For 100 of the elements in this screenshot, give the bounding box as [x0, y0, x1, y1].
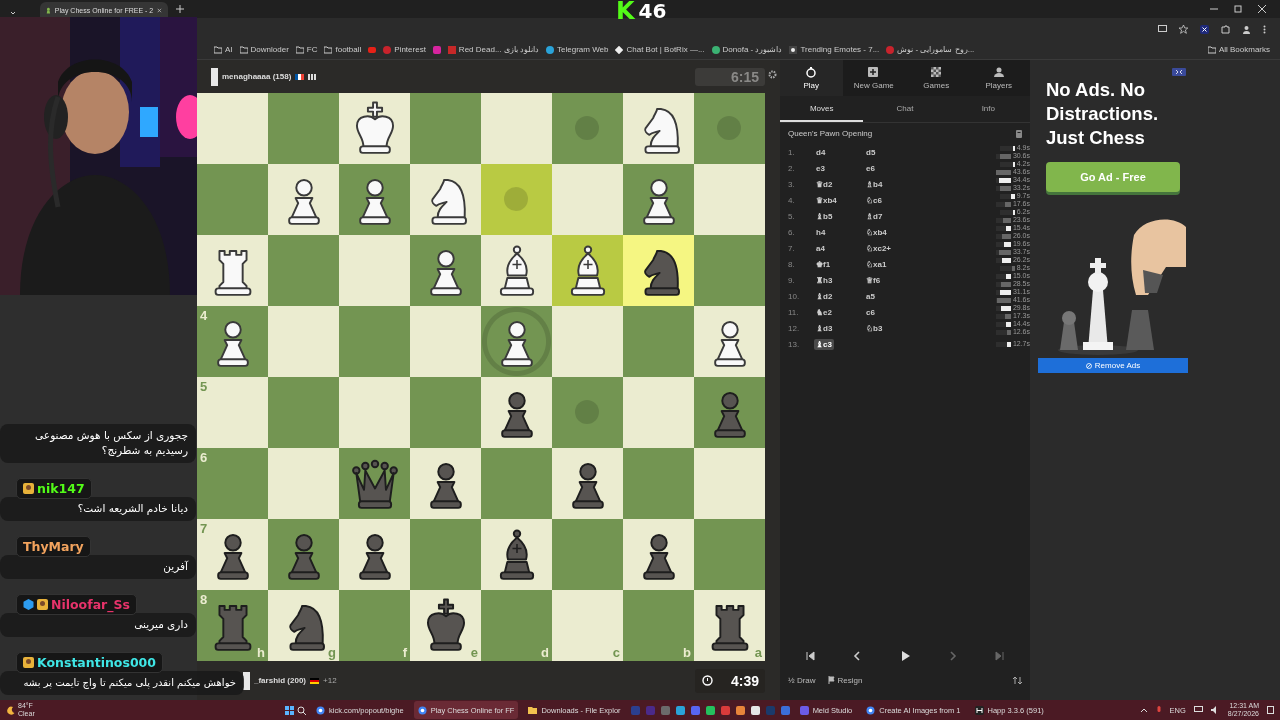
bookmark[interactable]: All Bookmarks	[1207, 45, 1280, 54]
nav-tab[interactable]: New Game	[842, 60, 905, 96]
windows-start-icon	[285, 705, 294, 715]
move-number: 4.	[788, 195, 796, 205]
move[interactable]: ♛xb4	[814, 194, 839, 206]
chat-username[interactable]: Konstantinos000	[16, 652, 163, 673]
board-square[interactable]	[410, 235, 481, 306]
plus-square-icon	[868, 66, 880, 78]
file-label: c	[612, 645, 620, 660]
move[interactable]: ♘xc2+	[864, 242, 894, 254]
bookmark[interactable]: FC	[295, 45, 318, 54]
resign-button[interactable]: Resign	[827, 675, 863, 685]
board-square[interactable]	[481, 377, 552, 448]
move[interactable]: ♝d3	[814, 322, 835, 334]
move[interactable]: ♝b5	[814, 210, 835, 222]
move-number: 10.	[788, 291, 801, 301]
bookmark[interactable]: football	[324, 45, 362, 54]
checkerboard-icon	[930, 66, 942, 78]
bookmark[interactable]: Telegram Web	[546, 45, 609, 54]
board-square[interactable]	[623, 164, 694, 235]
move[interactable]: ♘xa1	[864, 258, 889, 270]
move[interactable]: ♝d2	[814, 290, 835, 302]
chat-username[interactable]: ThyMary	[16, 536, 91, 557]
bookmark[interactable]: Trending Emotes - 7...	[789, 45, 880, 54]
panel-tab[interactable]: Chat	[863, 96, 947, 122]
bookmark[interactable]: روح سامورایی - نوش...	[886, 45, 975, 54]
stopwatch-icon	[805, 66, 817, 78]
panel-tab[interactable]: Moves	[780, 96, 864, 122]
avatar-badge-icon	[23, 483, 34, 494]
board-square[interactable]	[481, 235, 552, 306]
bookmark[interactable]: Chat Bot | BotRix —...	[615, 45, 705, 54]
move[interactable]: ♗d7	[864, 210, 885, 222]
flag-icon	[295, 73, 305, 80]
move[interactable]: c6	[864, 306, 877, 318]
move[interactable]: ♘c6	[864, 194, 884, 206]
chat-message: چجوری از سکس با هوش مصنوعی رسیدیم به شطرنج؟	[0, 424, 196, 463]
nav-tab[interactable]: Players	[967, 60, 1030, 96]
move[interactable]: e6	[864, 162, 877, 174]
flag-icon	[310, 677, 320, 684]
board-square[interactable]	[552, 235, 623, 306]
move[interactable]: d4	[814, 146, 828, 158]
chat-username[interactable]: Niloofar_Ss	[16, 594, 137, 615]
move[interactable]: ♘xb4	[864, 226, 889, 238]
bookmark[interactable]: Downloder	[239, 45, 289, 54]
globe-icon	[866, 705, 876, 715]
flip-icon	[1013, 675, 1022, 685]
cube-icon	[23, 599, 34, 610]
skip-forward-icon	[995, 651, 1006, 661]
move[interactable]: a5	[864, 290, 877, 302]
notification-icon	[1267, 706, 1274, 714]
board-square[interactable]	[623, 519, 694, 590]
board-square[interactable]	[694, 306, 765, 377]
move[interactable]: a4	[814, 242, 827, 254]
camera-icon[interactable]	[432, 45, 441, 54]
move[interactable]: ♝c3	[814, 338, 834, 350]
remove-ads-button[interactable]: Remove Ads	[1038, 358, 1188, 373]
board-square[interactable]	[197, 235, 268, 306]
draw-button[interactable]: ½ Draw	[788, 675, 816, 685]
nav-tab[interactable]: Play	[780, 60, 843, 96]
move[interactable]: ♜h3	[814, 274, 835, 286]
bookmark[interactable]: AI	[214, 45, 233, 54]
happ-icon	[974, 705, 984, 715]
move[interactable]: ♚f1	[814, 258, 833, 270]
board-square[interactable]	[339, 93, 410, 164]
board-square[interactable]	[552, 448, 623, 519]
player-name[interactable]: menaghaaaa (158)	[222, 72, 292, 81]
move[interactable]: ♕f6	[864, 274, 883, 286]
board-square[interactable]	[623, 93, 694, 164]
move[interactable]: e3	[814, 162, 827, 174]
ad-headline: No Ads. No Distractions. Just Chess	[1046, 78, 1160, 150]
bookmark[interactable]: Red Dead... دانلود بازی	[447, 45, 539, 54]
board-square[interactable]	[410, 448, 481, 519]
chevron-left-icon	[852, 651, 863, 661]
player-name[interactable]: _farshid (200)	[254, 676, 307, 685]
board-square[interactable]	[481, 519, 552, 590]
bookmark[interactable]: Donofa - داشبورد	[711, 45, 783, 54]
board-square[interactable]	[481, 306, 552, 377]
avatar	[211, 67, 218, 86]
board-square[interactable]	[623, 235, 694, 306]
move-hint-dot[interactable]	[504, 187, 528, 211]
rank-label: 8	[200, 592, 208, 607]
board-square[interactable]	[410, 164, 481, 235]
move[interactable]: ♛d2	[814, 178, 835, 190]
move-number: 13.	[788, 339, 801, 349]
panel-tab[interactable]: Info	[946, 96, 1030, 122]
move[interactable]: ♘b3	[864, 322, 885, 334]
play-icon[interactable]	[368, 45, 377, 54]
chat-username[interactable]: nik147	[16, 478, 92, 499]
rank-label: 7	[200, 521, 208, 536]
move[interactable]: ♞e2	[814, 306, 834, 318]
nav-tab[interactable]: Games	[905, 60, 968, 96]
board-square[interactable]	[339, 164, 410, 235]
board-square[interactable]	[339, 519, 410, 590]
globe-icon	[417, 705, 427, 715]
folder-icon	[295, 45, 304, 54]
move[interactable]: ♗b4	[864, 178, 885, 190]
move[interactable]: d5	[864, 146, 878, 158]
move[interactable]: h4	[814, 226, 828, 238]
bookmark[interactable]: Pinterest	[383, 45, 426, 54]
board-square[interactable]	[268, 164, 339, 235]
